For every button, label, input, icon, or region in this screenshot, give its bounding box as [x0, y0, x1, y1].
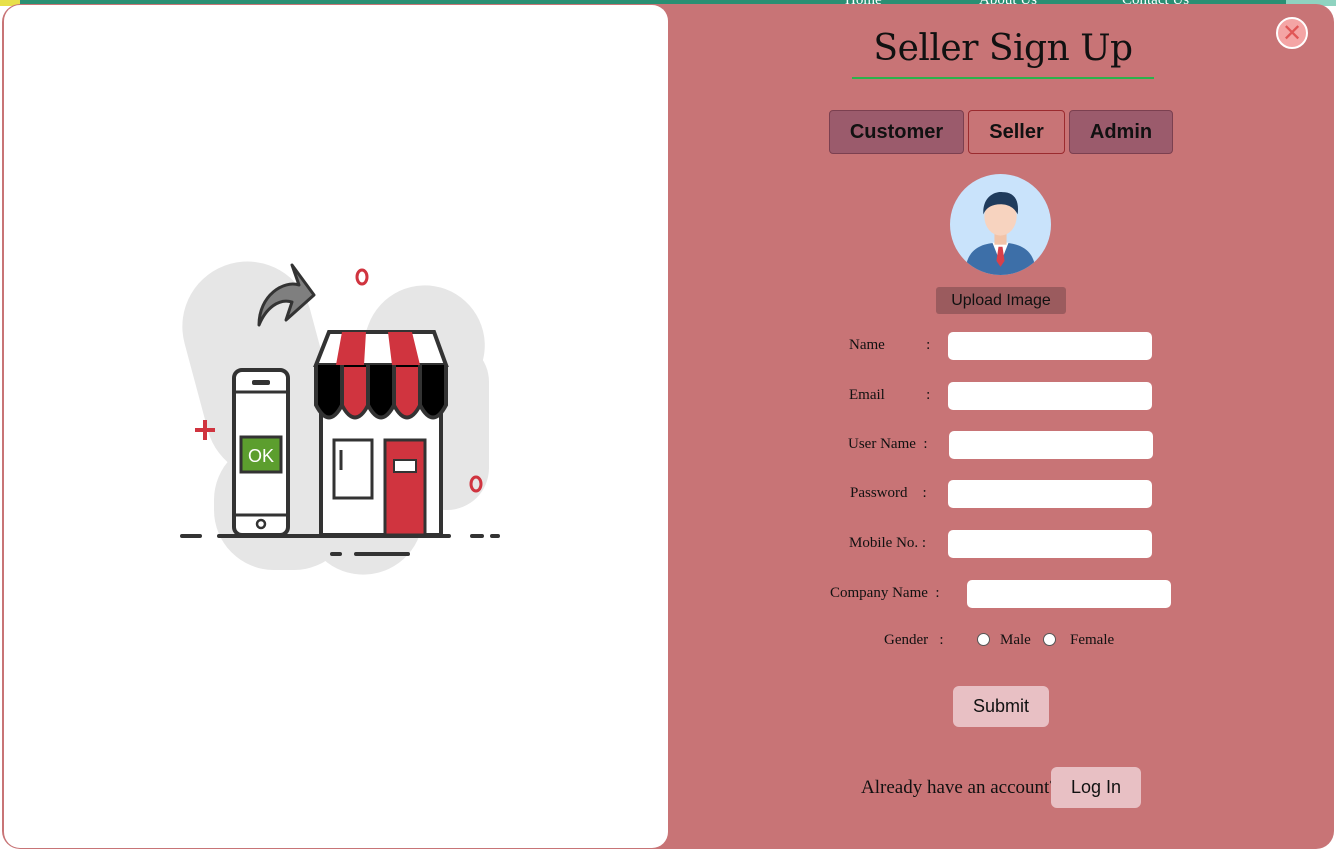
gender-male-label: Male — [1000, 632, 1031, 648]
password-input[interactable] — [948, 480, 1152, 508]
submit-button[interactable]: Submit — [953, 686, 1049, 727]
username-label: User Name : — [848, 436, 928, 452]
mobile-label: Mobile No. : — [849, 535, 927, 551]
tab-customer[interactable]: Customer — [829, 110, 964, 154]
email-input[interactable] — [948, 382, 1152, 410]
user-avatar-icon[interactable] — [950, 174, 1051, 275]
username-input[interactable] — [949, 431, 1153, 459]
password-label: Password : — [850, 485, 927, 501]
gender-label: Gender : — [884, 632, 944, 648]
tab-admin[interactable]: Admin — [1069, 110, 1173, 154]
mobile-input[interactable] — [948, 530, 1152, 558]
email-label: Email : — [849, 387, 931, 403]
gender-female-label: Female — [1070, 632, 1115, 648]
gender-female-radio[interactable] — [1043, 633, 1056, 646]
close-button[interactable]: ✕ — [1276, 17, 1308, 49]
modal-title: Seller Sign Up — [873, 28, 1133, 69]
login-button[interactable]: Log In — [1051, 767, 1141, 808]
gender-male-radio[interactable] — [977, 633, 990, 646]
company-input[interactable] — [967, 580, 1171, 608]
company-label: Company Name : — [830, 585, 940, 601]
name-input[interactable] — [948, 332, 1152, 360]
illustration-pane: OK — [4, 5, 668, 848]
name-label: Name : — [849, 337, 931, 353]
tab-seller[interactable]: Seller — [968, 110, 1065, 154]
already-account-text: Already have an account? — [861, 777, 1058, 798]
close-icon: ✕ — [1281, 19, 1303, 47]
title-underline — [852, 77, 1154, 79]
upload-image-button[interactable]: Upload Image — [936, 287, 1066, 314]
ok-badge-text: OK — [248, 446, 274, 466]
store-illustration: OK — [180, 261, 500, 575]
